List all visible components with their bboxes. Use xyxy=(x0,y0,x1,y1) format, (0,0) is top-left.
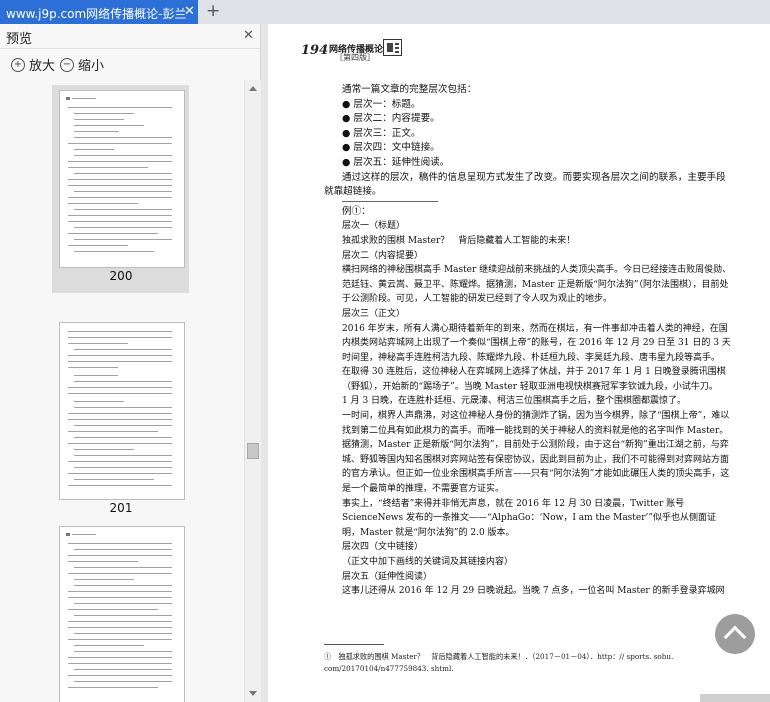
document-page: 194 网络传播概论 ［第四版］ 通常一篇文章的完整层次包括： ● 层次一：标题。… xyxy=(268,24,770,702)
text-line: 据猜测，Master 正是新版“阿尔法狗”，目前处于公测阶段，由于这台“新狗”重… xyxy=(342,440,730,495)
text-line: 层次一（标题） xyxy=(342,221,406,232)
thumbnail-page-number: 201 xyxy=(109,501,133,515)
text-line: 层次四（文中链接） xyxy=(342,542,424,553)
zoom-in-label: 放大 xyxy=(29,59,56,74)
close-sidebar-icon[interactable]: ✕ xyxy=(243,28,254,43)
thumbnail-page-number: 200 xyxy=(109,269,133,283)
text-line: ● 层次二：内容提要。 xyxy=(342,113,440,125)
sidebar-title: 预览 xyxy=(6,32,33,47)
scroll-down-icon[interactable] xyxy=(249,691,257,696)
zoom-out-button[interactable]: − 缩小 xyxy=(60,55,104,74)
text-line: 在取得 30 连胜后，这位神秘人在弈城网上选择了休战，并于 2017 年 1 月… xyxy=(342,367,726,392)
text-line: 层次五（延伸性阅读） xyxy=(342,571,433,582)
document-viewport[interactable]: 194 网络传播概论 ［第四版］ 通常一篇文章的完整层次包括： ● 层次一：标题。… xyxy=(261,24,770,702)
text-line: ● 层次三：正文。 xyxy=(342,127,421,139)
text-line: 一时间，棋界人声鼎沸，对这位神秘人身份的猜测炸了锅，因为当今棋界，除了“围棋上帝… xyxy=(342,411,730,436)
new-tab-button[interactable]: + xyxy=(206,1,220,21)
text-line: 1 月 3 日晚，在连胜朴廷桓、元晟溱、柯洁三位围棋高手之后，整个围棋圈都震惊了… xyxy=(342,396,687,407)
tab-title: www.j9p.com网络传播概论-彭兰 xyxy=(6,7,187,21)
page-header: 194 网络传播概论 ［第四版］ xyxy=(301,39,402,62)
text-line: 事实上，“终结者”来得并非悄无声息，就在 2016 年 12 月 30 日凌晨，… xyxy=(342,498,717,538)
tab-document[interactable]: www.j9p.com网络传播概论-彭兰 ✕ xyxy=(0,0,198,24)
close-tab-icon[interactable]: ✕ xyxy=(184,4,195,19)
page-thumbnail-200[interactable] xyxy=(59,90,185,268)
book-logo-icon xyxy=(383,39,402,56)
sidebar-divider xyxy=(0,48,260,49)
text-line: ● 层次四：文中链接。 xyxy=(342,142,440,154)
footnote-divider xyxy=(324,644,384,645)
tab-bar: www.j9p.com网络传播概论-彭兰 ✕ + xyxy=(0,0,770,24)
text-line: 2016 年岁末，所有人满心期待着新年的到来，然而在棋坛，有一件事却冲击着人类的… xyxy=(342,323,731,363)
text-line: 这事儿还得从 2016 年 12 月 29 日晚说起。当晚 7 点多，一位名叫 … xyxy=(342,586,725,597)
text-line: 通常一篇文章的完整层次包括： xyxy=(342,84,477,95)
back-to-top-button[interactable] xyxy=(715,614,755,654)
page-number: 194 xyxy=(301,43,329,58)
text-line: 层次三（正文） xyxy=(342,308,406,319)
scroll-up-icon[interactable] xyxy=(249,86,257,91)
zoom-in-button[interactable]: + 放大 xyxy=(11,55,55,74)
zoom-in-icon: + xyxy=(11,57,25,72)
chevron-up-icon xyxy=(723,625,747,649)
footnote: ① 独孤求败的围棋 Master？ 背后隐藏着人工智能的未来！．（2017－01… xyxy=(324,652,674,673)
text-line: （正文中加下画线的关键词及其链接内容） xyxy=(342,557,514,567)
zoom-out-label: 缩小 xyxy=(78,59,105,74)
page-thumbnail-201[interactable] xyxy=(59,322,185,500)
scrollbar-thumb[interactable] xyxy=(247,443,259,459)
text-line: 独孤求败的围棋 Master？ 背后隐藏着人工智能的未来！ xyxy=(342,235,576,246)
document-body: 通常一篇文章的完整层次包括： ● 层次一：标题。 ● 层次二：内容提要。 ● 层次三：… xyxy=(324,83,732,599)
text-line: ● 层次一：标题。 xyxy=(342,98,421,110)
text-line: 层次二（内容提要） xyxy=(342,250,424,261)
example-divider xyxy=(342,200,438,202)
text-line: 例①： xyxy=(342,205,371,217)
page-thumbnail-202[interactable] xyxy=(59,526,185,702)
thumbnail-list: 200 201 xyxy=(0,80,244,702)
text-line: ● 层次五：延伸性阅读。 xyxy=(342,156,450,168)
zoom-out-icon: − xyxy=(60,57,74,72)
status-corner xyxy=(700,694,770,702)
preview-sidebar: 预览 ✕ + 放大 − 缩小 200 201 xyxy=(0,24,261,702)
text-line: 横扫网络的神秘围棋高手 Master 继续迎战前来挑战的人类顶尖高手。今日已经接… xyxy=(342,265,732,305)
text-line: 通过这样的层次，稿件的信息呈现方式发生了改变。而要实现各层次之间的联系，主要手段… xyxy=(324,171,726,198)
thumbnail-scrollbar[interactable] xyxy=(244,80,261,702)
book-edition: ［第四版］ xyxy=(335,53,375,62)
